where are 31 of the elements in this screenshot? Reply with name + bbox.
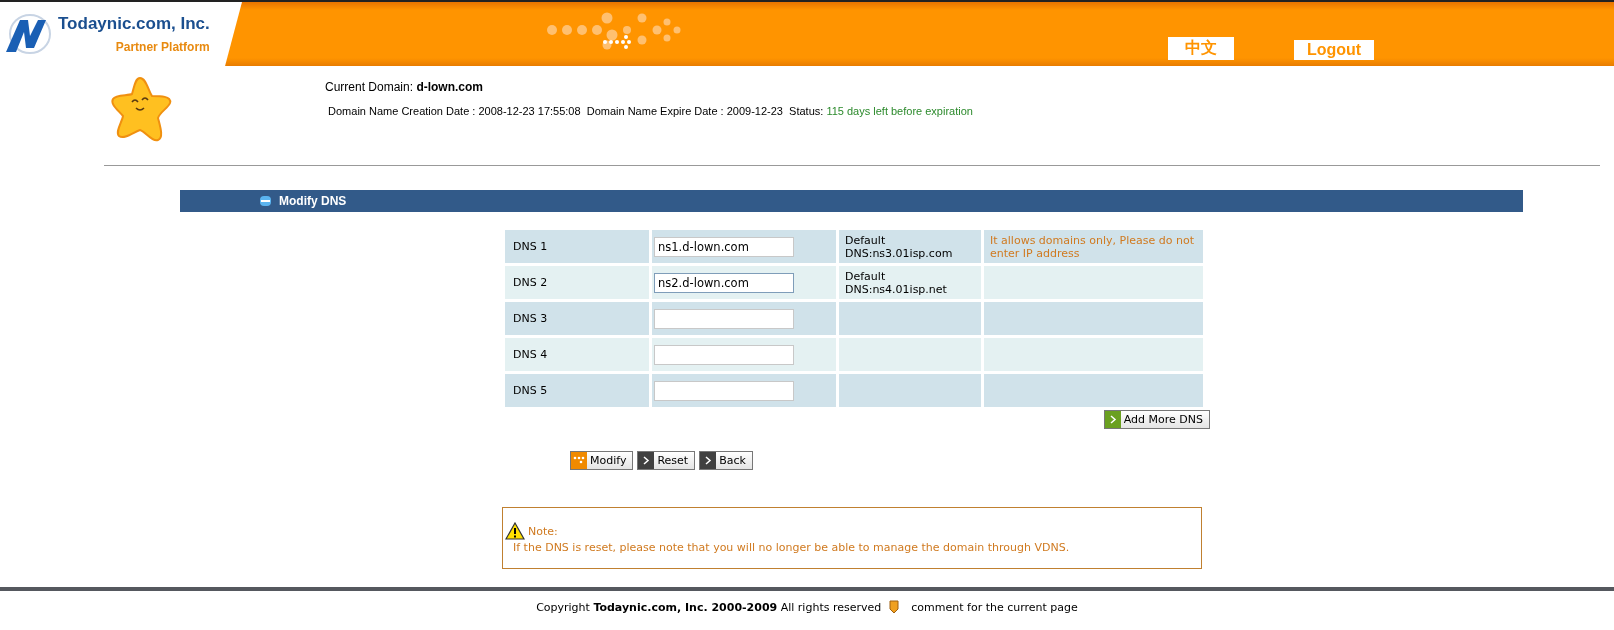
dots-icon bbox=[571, 452, 587, 469]
dns-input-field[interactable]: ns2.d-lown.com bbox=[654, 272, 794, 293]
current-domain-text: Current Domain: d-lown.com bbox=[325, 80, 485, 94]
star-mascot-icon bbox=[110, 76, 174, 142]
dns-hint-text: It allows domains only, Please do not enter IP address bbox=[990, 233, 1195, 260]
domain-dates-text: Domain Name Creation Date : 2008-12-23 17:55:08 Domain Name Expire Date : 2009-12-23 Status: 115 days left before expiration bbox=[327, 104, 974, 119]
default-dns-text: Default DNS:ns3.01isp.com bbox=[845, 233, 954, 260]
dns-input-field[interactable] bbox=[654, 380, 794, 401]
copyright-text: Copyright Todaynic.com, Inc. 2000-2009 All rights reserved bbox=[536, 600, 882, 614]
dns-input-field[interactable] bbox=[654, 344, 794, 365]
warning-icon bbox=[505, 522, 525, 540]
dns-label: DNS 4 bbox=[505, 338, 649, 371]
dns-input-field[interactable] bbox=[654, 308, 794, 329]
company-logo-icon bbox=[4, 12, 52, 56]
dns-label: DNS 3 bbox=[505, 302, 649, 335]
add-dns-button[interactable]: Add More DNS bbox=[1103, 410, 1210, 429]
action-button[interactable]: Reset bbox=[637, 451, 696, 470]
dns-label: DNS 5 bbox=[505, 374, 649, 407]
action-button[interactable]: Back bbox=[699, 451, 753, 470]
dns-label: DNS 2 bbox=[505, 266, 649, 299]
platform-subtitle: Partner Platform bbox=[115, 40, 210, 54]
note-text: If the DNS is reset, please note that you will no longer be able to manage the domain through VDNS. bbox=[512, 541, 1071, 554]
comment-link[interactable]: comment for the current page bbox=[911, 600, 1078, 614]
section-bullet-icon bbox=[260, 196, 271, 206]
section-title: Modify DNS bbox=[279, 194, 347, 208]
dns-label: DNS 1 bbox=[505, 230, 649, 263]
company-name: Todaynic.com, Inc. bbox=[58, 14, 210, 34]
default-dns-text: Default DNS:ns4.01isp.net bbox=[845, 269, 948, 296]
dns-input-field[interactable]: ns1.d-lown.com bbox=[654, 236, 794, 257]
modify-button[interactable]: Modify bbox=[570, 451, 634, 470]
note-title: Note: bbox=[528, 524, 558, 538]
